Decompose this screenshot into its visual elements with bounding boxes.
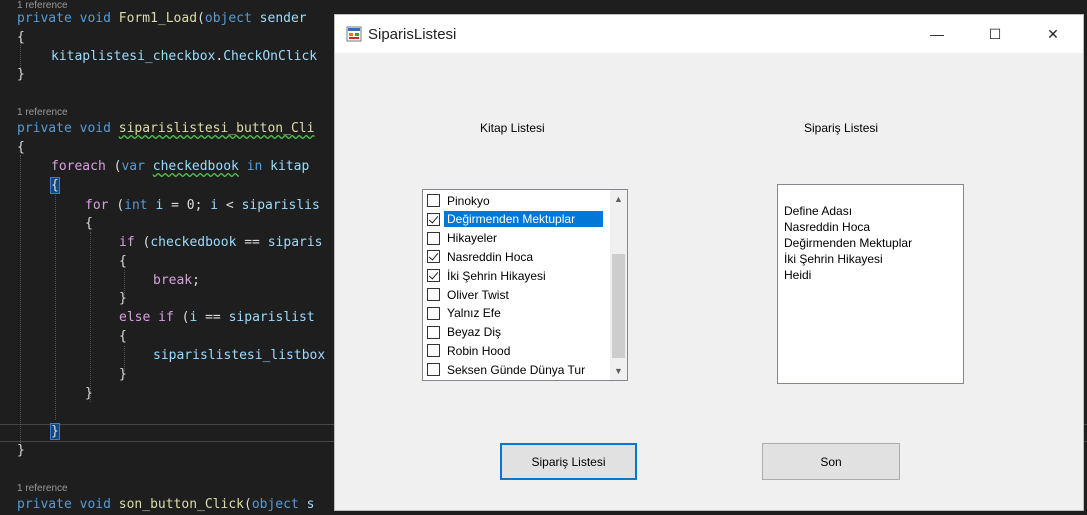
codelens-reference[interactable]: 1 reference <box>17 0 68 11</box>
code-line[interactable]: { <box>17 30 25 45</box>
checkbox[interactable] <box>427 194 440 207</box>
close-icon: ✕ <box>1047 25 1059 42</box>
close-button[interactable]: ✕ <box>1024 15 1082 53</box>
vertical-scrollbar[interactable]: ▲ ▼ <box>610 190 627 380</box>
book-checked-list[interactable]: Pinokyo Değirmenden Mektuplar Hikayeler Nas… <box>422 189 628 381</box>
book-list-item[interactable]: İki Şehrin Hikayesi <box>425 266 605 285</box>
order-list-item[interactable]: Nasreddin Hoca <box>784 220 870 234</box>
code-line[interactable]: if (checkedbook == siparis <box>119 235 323 250</box>
checkbox[interactable] <box>427 269 440 283</box>
book-item-label: Robin Hood <box>447 343 511 358</box>
scroll-up-arrow[interactable]: ▲ <box>610 190 627 207</box>
checkbox[interactable] <box>427 363 440 377</box>
book-item-label: Pinokyo <box>447 193 490 208</box>
order-listbox[interactable]: Define Adası Nasreddin Hoca Değirmenden Me… <box>777 184 964 384</box>
checkbox[interactable] <box>427 250 440 264</box>
code-line[interactable]: kitaplistesi_checkbox.CheckOnClick <box>51 49 317 64</box>
code-line[interactable]: } <box>119 291 127 306</box>
code-line[interactable]: { <box>119 254 127 269</box>
scrollbar-thumb[interactable] <box>612 254 625 358</box>
book-list-item[interactable]: Değirmenden Mektuplar <box>425 210 605 229</box>
book-item-label: İki Şehrin Hikayesi <box>447 268 546 283</box>
book-item-label: Yalnız Efe <box>447 306 501 321</box>
order-list-item[interactable]: Heidi <box>784 268 811 282</box>
book-list-item[interactable]: Seksen Günde Dünya Tur <box>425 360 605 379</box>
code-line[interactable]: } <box>17 443 25 458</box>
order-list-item[interactable]: Define Adası <box>784 204 852 218</box>
code-line[interactable]: { <box>119 329 127 344</box>
orders-label: Sipariş Listesi <box>804 121 879 135</box>
codelens-reference[interactable]: 1 reference <box>17 107 68 118</box>
books-label: Kitap Listesi <box>480 121 545 135</box>
window-title: SiparisListesi <box>368 26 457 43</box>
book-item-label: Oliver Twist <box>447 287 509 302</box>
checkbox[interactable] <box>427 344 440 358</box>
code-line[interactable]: siparislistesi_listbox <box>153 348 325 363</box>
code-line[interactable]: { <box>17 140 25 155</box>
checkbox[interactable] <box>427 325 440 339</box>
checkbox[interactable] <box>427 288 440 301</box>
code-line[interactable]: private void siparislistesi_button_Cli <box>17 121 314 136</box>
book-list-item[interactable]: Nasreddin Hoca <box>425 247 605 266</box>
maximize-icon: ☐ <box>988 25 1002 42</box>
form-window: SiparisListesi — ☐ ✕ Kitap Listesi Sipar… <box>334 14 1084 511</box>
book-item-label: Nasreddin Hoca <box>447 249 534 264</box>
minimize-icon: — <box>930 26 944 42</box>
checkbox[interactable] <box>427 231 440 245</box>
code-line[interactable]: { <box>50 177 60 194</box>
book-item-label: Beyaz Diş <box>447 325 502 340</box>
book-list-item[interactable]: Pinokyo <box>425 191 605 210</box>
book-list-item[interactable]: Oliver Twist <box>425 285 605 304</box>
code-line[interactable]: else if (i == siparislist <box>119 310 315 325</box>
title-bar[interactable]: SiparisListesi — ☐ ✕ <box>335 15 1083 53</box>
book-list-item[interactable]: Robin Hood <box>425 341 605 360</box>
minimize-button[interactable]: — <box>908 15 966 53</box>
code-line[interactable]: break; <box>153 273 200 288</box>
book-list-item[interactable]: Yalnız Efe <box>425 304 605 323</box>
code-line[interactable]: private void son_button_Click(object s <box>17 497 314 512</box>
form-app-icon <box>346 26 362 42</box>
checkbox[interactable] <box>427 306 440 320</box>
book-item-label: Değirmenden Mektuplar <box>444 211 603 228</box>
order-list-item[interactable]: İki Şehrin Hikayesi <box>784 252 883 266</box>
code-line[interactable]: } <box>50 423 60 440</box>
code-line[interactable]: { <box>85 216 93 231</box>
scroll-down-arrow[interactable]: ▼ <box>610 362 627 379</box>
code-line[interactable]: } <box>85 386 93 401</box>
code-line[interactable]: for (int i = 0; i < siparislis <box>85 198 320 213</box>
code-line[interactable]: } <box>17 67 25 82</box>
checkbox[interactable] <box>427 212 440 226</box>
end-button[interactable]: Son <box>762 443 900 480</box>
book-list-item[interactable]: Beyaz Diş <box>425 323 605 342</box>
indent-guide <box>90 232 91 402</box>
indent-guide <box>20 155 21 445</box>
indent-guide <box>55 195 56 420</box>
book-item-label: Hikayeler <box>447 231 498 246</box>
codelens-reference[interactable]: 1 reference <box>17 483 68 494</box>
code-line[interactable]: } <box>119 367 127 382</box>
book-item-label: Seksen Günde Dünya Tur <box>447 362 586 377</box>
code-line[interactable]: private void Form1_Load(object sender <box>17 11 307 26</box>
code-line[interactable]: foreach (var checkedbook in kitap <box>51 159 309 174</box>
order-list-item[interactable]: Değirmenden Mektuplar <box>784 236 912 250</box>
maximize-button[interactable]: ☐ <box>966 15 1024 53</box>
book-list-item[interactable]: Hikayeler <box>425 229 605 248</box>
order-list-button[interactable]: Sipariş Listesi <box>500 443 637 480</box>
